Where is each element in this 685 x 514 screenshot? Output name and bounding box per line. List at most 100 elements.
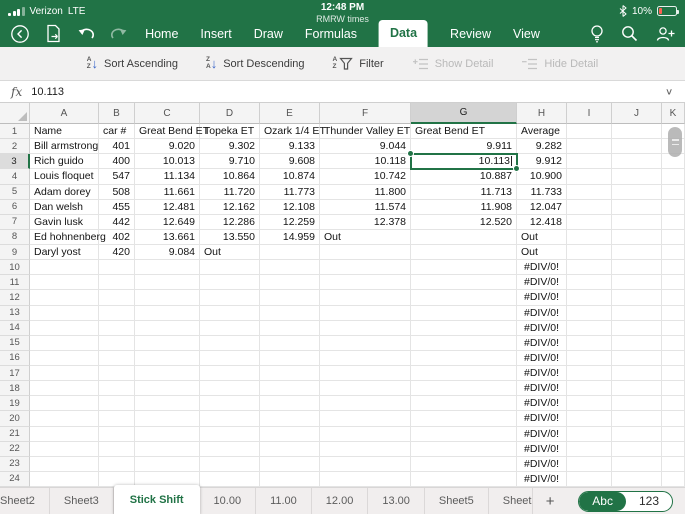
cell-A20[interactable]: [30, 411, 99, 426]
cell-B23[interactable]: [99, 457, 135, 472]
cell-A7[interactable]: Gavin lusk: [30, 215, 99, 230]
ribbon-tab-insert[interactable]: Insert: [200, 27, 231, 41]
cell-C12[interactable]: [135, 290, 200, 305]
cell-J7[interactable]: [612, 215, 662, 230]
cell-J4[interactable]: [612, 169, 662, 184]
cell-I16[interactable]: [567, 351, 612, 366]
cell-H23[interactable]: #DIV/0!: [517, 457, 567, 472]
cell-J9[interactable]: [612, 245, 662, 260]
cell-F14[interactable]: [320, 321, 411, 336]
cell-G2[interactable]: 9.911: [411, 139, 517, 154]
cell-F15[interactable]: [320, 336, 411, 351]
cell-D21[interactable]: [200, 427, 260, 442]
cell-F17[interactable]: [320, 366, 411, 381]
column-header-H[interactable]: H: [517, 103, 567, 124]
row-header-19[interactable]: 19: [0, 396, 30, 411]
cell-A22[interactable]: [30, 442, 99, 457]
sort-ascending-button[interactable]: AZ↓ Sort Ascending: [87, 57, 178, 70]
cell-B21[interactable]: [99, 427, 135, 442]
cell-C15[interactable]: [135, 336, 200, 351]
cell-I20[interactable]: [567, 411, 612, 426]
row-header-23[interactable]: 23: [0, 457, 30, 472]
sheet-tab-13-00[interactable]: 13.00: [368, 488, 425, 514]
ribbon-tab-review[interactable]: Review: [450, 27, 491, 41]
cell-F12[interactable]: [320, 290, 411, 305]
cell-B10[interactable]: [99, 260, 135, 275]
sort-descending-button[interactable]: ZA↓ Sort Descending: [206, 57, 305, 70]
cell-K11[interactable]: [662, 275, 685, 290]
cell-A2[interactable]: Bill armstrong: [30, 139, 99, 154]
cell-C11[interactable]: [135, 275, 200, 290]
ribbon-tab-formulas[interactable]: Formulas: [305, 27, 357, 41]
cell-A21[interactable]: [30, 427, 99, 442]
cell-J21[interactable]: [612, 427, 662, 442]
cell-E20[interactable]: [260, 411, 320, 426]
cell-I1[interactable]: [567, 124, 612, 139]
cell-G16[interactable]: [411, 351, 517, 366]
cell-F7[interactable]: 12.378: [320, 215, 411, 230]
cell-F16[interactable]: [320, 351, 411, 366]
cell-K23[interactable]: [662, 457, 685, 472]
cell-K6[interactable]: [662, 200, 685, 215]
cell-K8[interactable]: [662, 230, 685, 245]
cell-K15[interactable]: [662, 336, 685, 351]
cell-J19[interactable]: [612, 396, 662, 411]
column-header-F[interactable]: F: [320, 103, 411, 124]
keyboard-mode-toggle[interactable]: Abc 123: [578, 491, 673, 512]
ribbon-tab-view[interactable]: View: [513, 27, 540, 41]
cell-C3[interactable]: 10.013: [135, 154, 200, 169]
cell-G10[interactable]: [411, 260, 517, 275]
cell-K13[interactable]: [662, 306, 685, 321]
cell-K17[interactable]: [662, 366, 685, 381]
search-button[interactable]: [621, 25, 638, 42]
cell-J22[interactable]: [612, 442, 662, 457]
cell-G19[interactable]: [411, 396, 517, 411]
cell-C10[interactable]: [135, 260, 200, 275]
cell-H3[interactable]: 9.912: [517, 154, 567, 169]
cell-I23[interactable]: [567, 457, 612, 472]
column-header-J[interactable]: J: [612, 103, 662, 124]
cell-D24[interactable]: [200, 472, 260, 487]
cell-G8[interactable]: [411, 230, 517, 245]
cell-I12[interactable]: [567, 290, 612, 305]
share-file-button[interactable]: [45, 24, 62, 43]
ribbon-tab-data[interactable]: Data: [379, 20, 428, 47]
row-header-22[interactable]: 22: [0, 442, 30, 457]
cell-K22[interactable]: [662, 442, 685, 457]
cell-B22[interactable]: [99, 442, 135, 457]
cell-G6[interactable]: 11.908: [411, 200, 517, 215]
cell-D18[interactable]: [200, 381, 260, 396]
cell-F11[interactable]: [320, 275, 411, 290]
undo-button[interactable]: [77, 26, 95, 42]
cell-A1[interactable]: Name: [30, 124, 99, 139]
cell-F6[interactable]: 11.574: [320, 200, 411, 215]
row-header-7[interactable]: 7: [0, 215, 30, 230]
cell-E21[interactable]: [260, 427, 320, 442]
cell-F5[interactable]: 11.800: [320, 185, 411, 200]
cell-E14[interactable]: [260, 321, 320, 336]
cell-B15[interactable]: [99, 336, 135, 351]
abc-keyboard-toggle[interactable]: Abc: [579, 492, 626, 511]
row-header-13[interactable]: 13: [0, 306, 30, 321]
add-sheet-button[interactable]: +: [533, 488, 568, 514]
cell-C8[interactable]: 13.661: [135, 230, 200, 245]
cell-B11[interactable]: [99, 275, 135, 290]
row-header-12[interactable]: 12: [0, 290, 30, 305]
cell-C19[interactable]: [135, 396, 200, 411]
cell-A23[interactable]: [30, 457, 99, 472]
selection-handle-top-left[interactable]: [407, 150, 414, 157]
vertical-scrollbar[interactable]: [668, 127, 682, 157]
cell-K18[interactable]: [662, 381, 685, 396]
cell-H12[interactable]: #DIV/0!: [517, 290, 567, 305]
cell-G5[interactable]: 11.713: [411, 185, 517, 200]
row-header-11[interactable]: 11: [0, 275, 30, 290]
cell-F18[interactable]: [320, 381, 411, 396]
cell-I9[interactable]: [567, 245, 612, 260]
cell-E8[interactable]: 14.959: [260, 230, 320, 245]
sheet-tab-11-00[interactable]: 11.00: [256, 488, 312, 514]
sheet-tab-sheet5[interactable]: Sheet5: [425, 488, 489, 514]
cell-C22[interactable]: [135, 442, 200, 457]
cell-C1[interactable]: Great Bend ET: [135, 124, 200, 139]
row-header-14[interactable]: 14: [0, 321, 30, 336]
cell-C13[interactable]: [135, 306, 200, 321]
